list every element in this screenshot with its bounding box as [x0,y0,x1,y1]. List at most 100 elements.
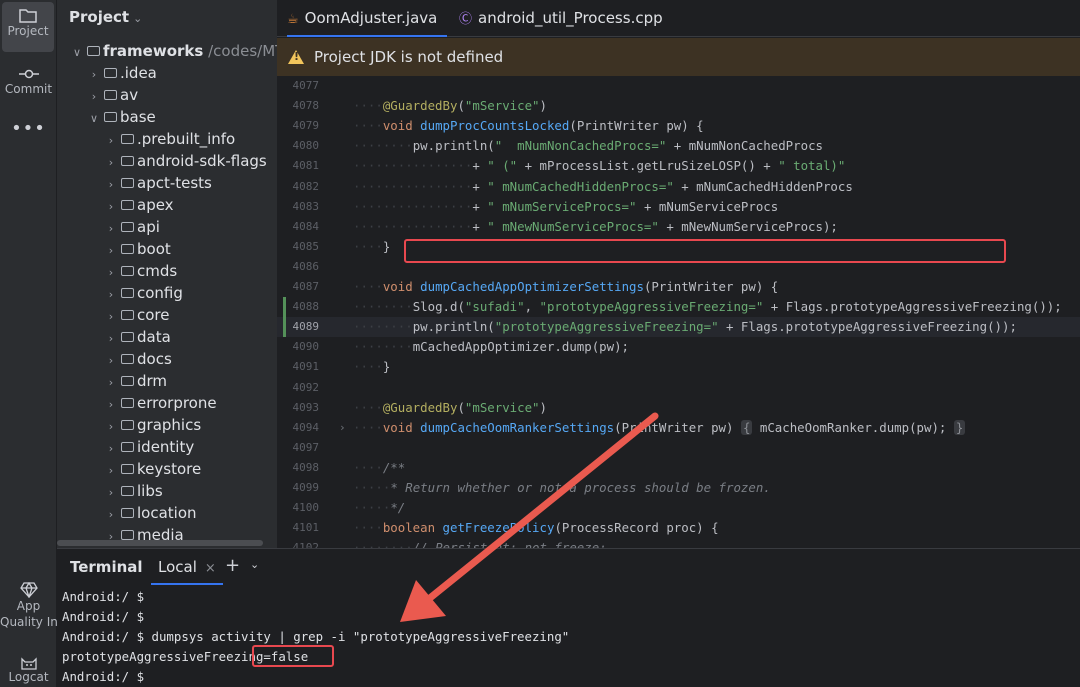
tree-item[interactable]: › .idea [86,62,157,84]
code-line[interactable]: 4079 ····void dumpProcCountsLocked(PrintW… [277,116,1080,136]
code-line[interactable]: 4077 [277,76,1080,96]
code-line[interactable]: 4083 ················+ " mNumServiceProcs… [277,197,1080,217]
chevron-down-icon[interactable]: ∨ [86,108,102,130]
project-view-selector[interactable]: Project ⌄ [69,8,142,26]
code-line[interactable]: 4082 ················+ " mNumCachedHidden… [277,177,1080,197]
terminal-tab-local[interactable]: Local × [151,549,223,585]
chevron-down-icon[interactable]: ∨ [69,42,85,64]
chevron-right-icon[interactable]: › [103,130,119,152]
chevron-right-icon[interactable]: › [103,460,119,482]
tree-item[interactable]: › data [103,326,171,348]
tree-item[interactable]: › apct-tests [103,172,212,194]
code-line[interactable]: 4088 ········Slog.d("sufadi", "prototypeA… [277,297,1080,318]
close-icon[interactable]: × [205,561,216,576]
horizontal-scrollbar[interactable] [57,540,263,546]
chevron-right-icon[interactable]: › [103,240,119,262]
tree-item[interactable]: › libs [103,480,163,502]
cat-icon [20,657,37,670]
folder-icon [121,420,134,430]
chevron-right-icon[interactable]: › [103,372,119,394]
tree-item[interactable]: › .prebuilt_info [103,128,235,150]
tree-item[interactable]: › config [103,282,183,304]
chevron-right-icon[interactable]: › [103,262,119,284]
tree-item[interactable]: › cmds [103,260,177,282]
chevron-right-icon[interactable]: › [103,306,119,328]
code-line[interactable]: 4090 ········mCachedAppOptimizer.dump(pw)… [277,337,1080,357]
line-number: 4091 [292,360,320,374]
code-line[interactable]: 4094 › ····void dumpCacheOomRankerSettings… [277,418,1080,438]
code-line[interactable]: 4089 ········pw.println("prototypeAggress… [277,317,1080,338]
tree-item[interactable]: › drm [103,370,167,392]
app-quality-insights-button[interactable]: App Quality Ins [0,582,57,638]
tree-item[interactable]: › core [103,304,170,326]
chevron-right-icon[interactable]: › [86,86,102,108]
tree-item[interactable]: › docs [103,348,172,370]
code-line[interactable]: 4093 ····@GuardedBy("mService") [277,398,1080,418]
code-line[interactable]: 4078 ····@GuardedBy("mService") [277,96,1080,116]
tree-item-label: errorprone [137,394,217,412]
tree-item[interactable]: › boot [103,238,171,260]
tree-item-label: android-sdk-flags [137,152,267,170]
chevron-right-icon[interactable]: › [103,416,119,438]
code-line[interactable]: 4101 ····boolean getFreezePolicy(ProcessR… [277,518,1080,538]
commit-tool-button[interactable]: Commit [0,64,57,108]
chevron-right-icon[interactable]: › [103,482,119,504]
project-tool-button[interactable]: Project [2,2,54,52]
code-line[interactable]: 4080 ········pw.println(" mNumNonCachedPr… [277,136,1080,156]
chevron-right-icon[interactable]: › [103,152,119,174]
chevron-right-icon[interactable]: › [103,174,119,196]
code-line[interactable]: 4100 ·····*/ [277,498,1080,518]
code-line[interactable]: 4084 ················+ " mNewNumServicePr… [277,217,1080,237]
tree-item[interactable]: › identity [103,436,194,458]
more-tools-button[interactable]: ••• [0,118,57,144]
chevron-right-icon[interactable]: › [103,350,119,372]
line-number: 4085 [292,239,320,253]
tree-item[interactable]: › errorprone [103,392,217,414]
folder-icon [121,156,134,166]
code-line[interactable]: 4087 ····void dumpCachedAppOptimizerSetti… [277,277,1080,297]
tree-item-label: keystore [137,460,202,478]
code-editor[interactable]: 4077 4078 ····@GuardedBy("mService") 4079 ··… [277,76,1080,548]
chevron-right-icon[interactable]: › [86,64,102,86]
tree-item[interactable]: › graphics [103,414,201,436]
code-text: ········pw.println("prototypeAggressiveF… [353,319,1017,335]
tree-item[interactable]: › av [86,84,138,106]
tree-item[interactable]: ∨ base [86,106,156,128]
line-number: 4080 [292,139,320,153]
chevron-right-icon[interactable]: › [103,504,119,526]
tab-label: OomAdjuster.java [304,9,438,27]
tree-item-label: boot [137,240,171,258]
fold-expand-icon[interactable]: › [339,418,346,438]
code-line[interactable]: 4097 [277,438,1080,458]
chevron-right-icon[interactable]: › [103,394,119,416]
tree-item-label: graphics [137,416,202,434]
tree-item[interactable]: › keystore [103,458,201,480]
tab-oomadjuster-java[interactable]: ☕ OomAdjuster.java [287,0,448,37]
tree-item-label: base [120,108,156,126]
chevron-right-icon[interactable]: › [103,196,119,218]
code-line[interactable]: 4098 ····/** [277,458,1080,478]
code-line[interactable]: 4091 ····} [277,357,1080,377]
terminal-output[interactable]: Android:/ $ Android:/ $ Android:/ $ dumpsy… [62,587,569,687]
tree-item[interactable]: ∨ frameworks /codes/MTK [69,40,277,62]
chevron-right-icon[interactable]: › [103,218,119,240]
tab-android-util-process-cpp[interactable]: Ⓒandroid_util_Process.cpp [459,0,663,37]
code-line[interactable]: 4081 ················+ " (" + mProcessLis… [277,156,1080,176]
chevron-right-icon[interactable]: › [103,284,119,306]
tree-item[interactable]: › android-sdk-flags [103,150,267,172]
code-line[interactable]: 4099 ·····* Return whether or not a proce… [277,478,1080,498]
code-line[interactable]: 4092 [277,378,1080,398]
tree-item[interactable]: › location [103,502,197,524]
chevron-right-icon[interactable]: › [103,438,119,460]
tree-item[interactable]: › apex [103,194,174,216]
logcat-tool-button[interactable]: Logcat [0,656,57,687]
code-line[interactable]: 4102 ········// Persistent: not freeze; [277,538,1080,548]
folder-icon [121,310,134,320]
new-terminal-button[interactable]: + [225,555,240,576]
chevron-down-icon[interactable]: ⌄ [250,558,259,571]
code-text: ········// Persistent: not freeze; [353,540,607,548]
line-number: 4087 [292,280,320,293]
chevron-right-icon[interactable]: › [103,328,119,350]
code-text: ·····* Return whether or not a process s… [353,480,771,495]
tree-item[interactable]: › api [103,216,160,238]
